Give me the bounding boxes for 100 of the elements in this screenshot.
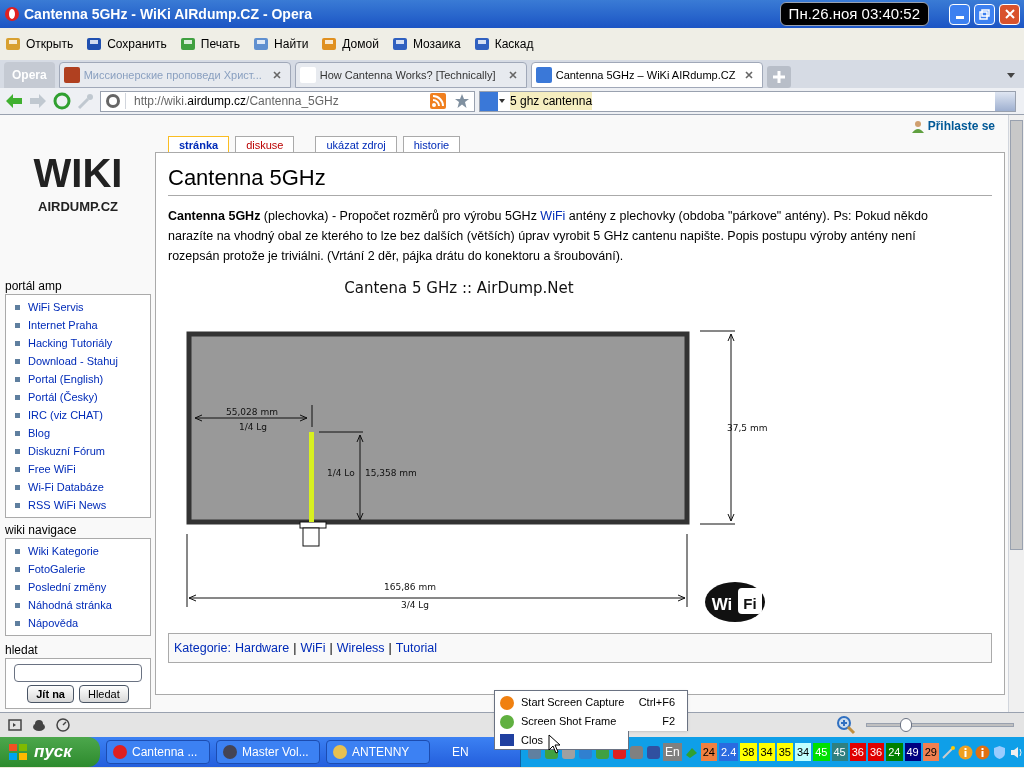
sidebar-link[interactable]: FotoGalerie [28,560,86,578]
close-icon[interactable] [271,70,282,80]
cloud-icon[interactable] [32,718,46,732]
toolbar-button[interactable]: Мозаика [390,35,461,53]
dimension-label: 37,5 mm [727,423,768,433]
favicon-icon [299,67,316,83]
start-button[interactable]: пуск [0,737,100,767]
user-icon [911,119,924,133]
wifi-logo: Wi Fi [705,582,765,622]
info-icon[interactable] [975,744,990,760]
sidebar-link[interactable]: Wi-Fi Databáze [28,478,104,496]
search-input[interactable] [14,664,142,682]
zoom-in-icon[interactable] [836,715,856,735]
scrollbar[interactable] [1008,115,1024,712]
close-icon[interactable] [507,70,518,80]
toolbar-button[interactable]: Сохранить [85,35,167,53]
tray-icon[interactable] [646,744,661,760]
temperature-badge: 45 [813,743,830,761]
toolbar-button[interactable]: Найти [252,35,309,53]
categories-link[interactable]: Kategorie: [174,638,231,658]
star-icon[interactable] [454,93,470,109]
info-icon[interactable] [958,744,973,760]
toolbar-button[interactable]: Каскад [472,35,534,53]
sidebar-heading: hledat [5,642,39,658]
bullet-icon [15,502,20,508]
opera-logo-icon [4,6,20,22]
minimize-button[interactable] [949,3,970,25]
wifi-link[interactable]: WiFi [540,209,566,223]
language-indicator[interactable]: En [663,743,682,761]
temperature-badge: 35 [776,743,793,761]
sidebar-link[interactable]: Hacking Tutoriály [28,334,113,352]
toolbar-button[interactable]: Открыть [4,35,74,53]
panel-icon[interactable] [8,718,22,732]
temperature-badge: 34 [795,743,812,761]
maximize-button[interactable] [974,3,995,25]
close-icon [1004,9,1015,19]
sidebar-heading: portál amp [5,278,63,294]
category-link[interactable]: WiFi [300,638,326,658]
toolbar-button[interactable]: Печать [178,35,241,53]
sidebar-link[interactable]: Náhodná stránka [28,596,112,614]
sidebar-link[interactable]: Poslední změny [28,578,107,596]
separator-text: | [293,639,297,657]
sidebar-link[interactable]: IRC (viz CHAT) [28,406,103,424]
category-link[interactable]: Wireless [336,638,385,658]
sidebar-link[interactable]: Blog [28,424,51,442]
search-field[interactable]: 5 ghz cantenna [479,90,1016,112]
sidebar-link[interactable]: Portál (Česky) [28,388,98,406]
browser-tab[interactable]: How Cantenna Works? [Technically] [294,62,527,88]
sidebar-link[interactable]: Download - Stahuj [28,352,118,370]
search-engine-icon[interactable] [480,91,506,111]
browser-tab[interactable]: Cantenna 5GHz – WiKi AIRdump.CZ [530,62,763,88]
sidebar-link[interactable]: Diskuzní Fórum [28,442,106,460]
taskbar-button[interactable]: Cantenna ... [106,740,210,764]
temperature-badge: 36 [868,743,885,761]
search-go-button[interactable] [995,91,1015,111]
temperature-badge: 24 [700,743,717,761]
toolbar-button[interactable]: Домой [320,35,379,53]
sidebar-link[interactable]: Nápověda [28,614,79,632]
globe-icon [105,93,126,109]
page-tab[interactable]: historie [402,136,461,152]
sidebar-link[interactable]: Internet Praha [28,316,98,334]
favicon-icon [63,67,80,83]
menu-item[interactable]: Clos [494,731,629,750]
sidebar-link[interactable]: Free WiFi [28,460,76,478]
slider-thumb[interactable] [899,718,912,732]
sidebar-link[interactable]: Portal (English) [28,370,104,388]
bullet-icon [15,358,20,364]
bullet-icon [15,566,20,572]
sidebar-link[interactable]: Wiki Kategorie [28,542,99,560]
menu-item[interactable]: Screen Shot Frame F2 [495,712,687,731]
address-field[interactable]: http://wiki.airdump.cz/Cantenna_5GHz [100,90,475,112]
speaker-icon[interactable] [1009,744,1024,760]
taskbar-button[interactable]: Master Vol... [216,740,320,764]
page-tab[interactable]: stránka [168,136,230,152]
go-button[interactable]: Jít na [27,685,74,703]
tab-menu-caret-icon[interactable] [1006,72,1016,80]
speedometer-icon[interactable] [56,718,70,732]
scrollbar-thumb[interactable] [1010,120,1023,550]
sidebar-link[interactable]: RSS WiFi News [28,496,107,514]
page-tab[interactable]: ukázat zdroj [315,136,397,152]
tab-title: Миссионерские проповеди Христ... [83,67,263,83]
taskbar-button[interactable]: ANTENNY [326,740,430,764]
language-indicator[interactable]: EN [452,743,469,761]
menu-item[interactable]: Start Screen Capture Ctrl+F6 [495,693,687,712]
zoom-slider[interactable] [866,717,1014,733]
wiki-logo[interactable]: WIKI AIRDUMP.CZ [33,143,155,223]
category-link[interactable]: Hardware [235,638,290,658]
back-arrow-icon[interactable] [4,92,24,110]
close-icon[interactable] [743,70,754,80]
category-link[interactable]: Tutorial [395,638,438,658]
temperature-badge: 24 [886,743,903,761]
page-tab[interactable]: diskuse [235,136,295,152]
rss-feed-icon[interactable] [430,93,446,109]
article-title: Cantenna 5GHz [168,163,992,196]
search-button[interactable]: Hledat [78,685,129,703]
bullet-icon [15,584,20,590]
app-icon [112,744,128,760]
login-link[interactable]: Přihlaste se [911,117,995,135]
sidebar-link[interactable]: WiFi Servis [28,298,84,316]
close-button[interactable] [999,3,1020,25]
